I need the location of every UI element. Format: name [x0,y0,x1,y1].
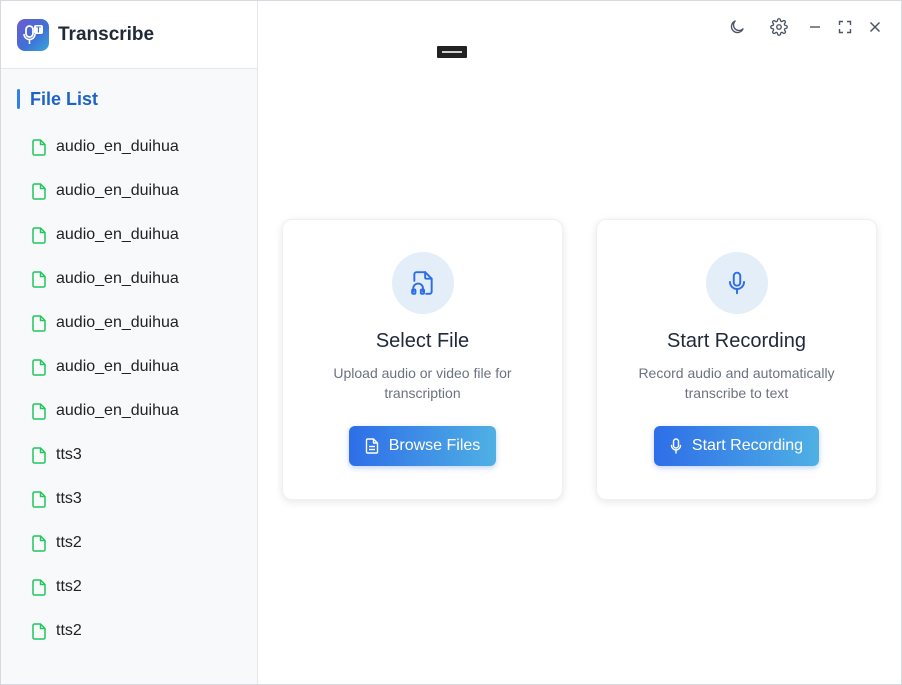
file-list-item[interactable]: audio_en_duihua [1,345,257,389]
microphone-icon [670,438,682,454]
start-recording-button[interactable]: Start Recording [653,426,820,466]
start-recording-title: Start Recording [667,330,806,352]
file-list-item[interactable]: tts2 [1,521,257,565]
file-name: tts2 [56,622,82,639]
select-file-description: Upload audio or video file for transcrip… [333,365,512,401]
browse-files-button[interactable]: Browse Files [348,426,497,466]
file-name: audio_en_duihua [56,226,179,243]
gear-icon[interactable] [767,15,791,39]
file-list-item[interactable]: tts3 [1,433,257,477]
file-list-item[interactable]: audio_en_duihua [1,301,257,345]
minimize-icon[interactable] [803,15,827,39]
file-list-item[interactable]: audio_en_duihua [1,125,257,169]
main-content: Select File Upload audio or video file f… [258,1,901,684]
file-name: tts3 [56,446,82,463]
file-icon [32,270,46,288]
brand-header: T Transcribe [1,1,257,69]
start-recording-card: Start Recording Record audio and automat… [596,219,877,500]
window-controls [725,15,887,39]
file-list-item[interactable]: tts2 [1,609,257,653]
file-name: tts3 [56,490,82,507]
app-title: Transcribe [58,23,155,45]
app-logo: T [17,18,49,51]
file-list: audio_en_duihua audio_en_duihua audio_en_d… [1,125,257,653]
file-list-item[interactable]: tts2 [1,565,257,609]
select-file-card: Select File Upload audio or video file f… [282,219,563,500]
file-icon [32,182,46,200]
file-name: audio_en_duihua [56,402,179,419]
file-icon [32,446,46,464]
file-list-item[interactable]: audio_en_duihua [1,213,257,257]
start-recording-description: Record audio and automatically transcrib… [638,365,835,401]
file-icon [32,534,46,552]
file-name: audio_en_duihua [56,182,179,199]
file-name: audio_en_duihua [56,358,179,375]
sidebar: T Transcribe File List audio_en_duihua au… [1,1,258,684]
document-icon [365,438,379,454]
file-icon [32,314,46,332]
app-window: T Transcribe File List audio_en_duihua au… [0,0,902,685]
svg-text:T: T [36,25,41,34]
maximize-icon[interactable] [833,15,857,39]
microphone-icon [705,252,768,314]
file-icon [32,622,46,640]
file-name: tts2 [56,578,82,595]
file-name: audio_en_duihua [56,270,179,287]
file-name: audio_en_duihua [56,314,179,331]
file-list-item[interactable]: tts3 [1,477,257,521]
file-icon [32,138,46,156]
close-icon[interactable] [863,15,887,39]
file-list-panel: File List audio_en_duihua audio_en_duihua… [1,69,257,684]
file-name: audio_en_duihua [56,138,179,155]
drag-handle[interactable] [437,46,467,58]
file-name: tts2 [56,534,82,551]
file-icon [32,578,46,596]
file-list-item[interactable]: audio_en_duihua [1,169,257,213]
header-accent-bar [17,89,20,109]
file-list-header: File List [1,87,257,111]
file-list-title: File List [30,88,99,109]
file-icon [32,402,46,420]
file-icon [32,226,46,244]
file-list-item[interactable]: audio_en_duihua [1,389,257,433]
file-list-item[interactable]: audio_en_duihua [1,257,257,301]
moon-icon[interactable] [725,15,749,39]
select-file-title: Select File [375,330,470,352]
start-recording-label: Start Recording [691,437,804,454]
file-icon [32,358,46,376]
browse-files-label: Browse Files [388,437,481,454]
file-audio-icon [391,252,454,314]
file-icon [32,490,46,508]
